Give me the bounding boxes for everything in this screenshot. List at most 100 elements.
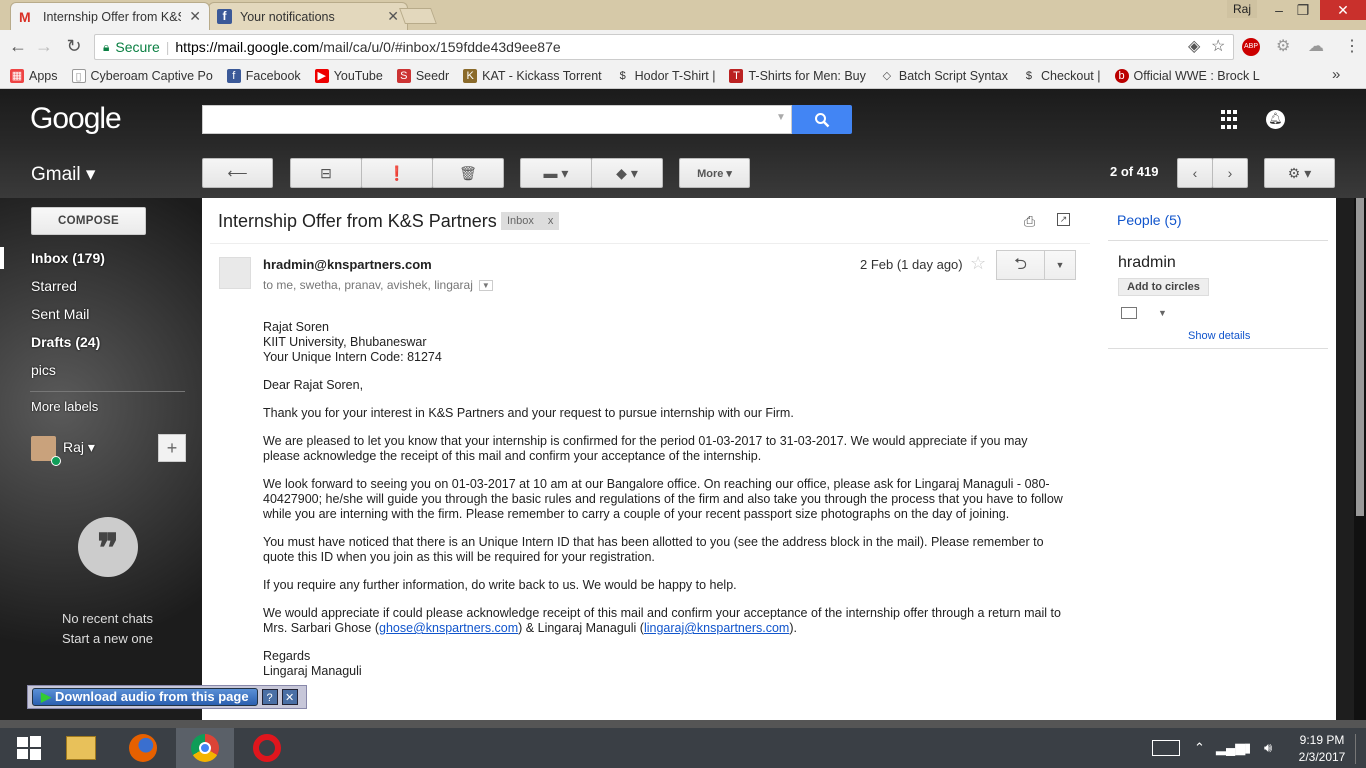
star-icon[interactable]: ☆ (970, 253, 986, 274)
settings-button[interactable]: ⚙ ▾ (1264, 158, 1335, 188)
opera-icon[interactable] (238, 728, 296, 768)
email-link-ghose[interactable]: ghose@knspartners.com (379, 621, 518, 635)
bookmark-label: Checkout | (1040, 68, 1101, 83)
delete-button[interactable]: 🗑︎ (432, 158, 504, 188)
envelope-icon[interactable] (1121, 307, 1137, 319)
forward-arrow-icon[interactable]: → (32, 34, 56, 58)
add-to-circles-button[interactable]: Add to circles (1118, 278, 1209, 296)
nav-sent-mail[interactable]: Sent Mail (31, 306, 89, 322)
address-line: KIIT University, Bhubaneswar (263, 335, 427, 349)
bookmark-cyberoam[interactable]: ▯ Cyberoam Captive Po (71, 68, 213, 83)
back-arrow-icon[interactable]: ← (6, 34, 30, 58)
close-tab-icon[interactable]: ✕ (387, 8, 399, 25)
google-logo[interactable]: Google (30, 102, 122, 136)
close-tab-icon[interactable]: ✕ (189, 8, 201, 25)
compose-button[interactable]: COMPOSE (31, 207, 146, 235)
battery-icon[interactable]: ▮ (1244, 740, 1251, 756)
chrome-menu-icon[interactable]: ⋮ (1344, 36, 1360, 56)
search-input[interactable] (202, 105, 792, 134)
reply-icon[interactable]: ⮌ (997, 251, 1045, 279)
bookmark-facebook[interactable]: f Facebook (226, 68, 301, 83)
search-options-caret-icon[interactable]: ▼ (776, 112, 786, 123)
show-desktop-button[interactable] (1355, 734, 1363, 764)
bookmark-label: Cyberoam Captive Po (90, 68, 213, 83)
tab-internship-offer[interactable]: M Internship Offer from K&S ✕ (10, 2, 210, 30)
bookmark-seedr[interactable]: S Seedr (396, 68, 449, 83)
new-tab-button[interactable] (399, 8, 437, 24)
bookmark-batch[interactable]: ◇ Batch Script Syntax (880, 69, 1008, 83)
print-icon[interactable]: ⎙ (1024, 213, 1035, 230)
chrome-taskbar-icon[interactable] (176, 728, 234, 768)
keyboard-icon[interactable] (1152, 740, 1180, 756)
more-labels-link[interactable]: More labels (31, 399, 98, 414)
windows-start-icon[interactable] (0, 728, 58, 768)
nav-inbox[interactable]: Inbox (179) (31, 250, 105, 266)
people-header-link[interactable]: People (5) (1117, 212, 1182, 228)
close-icon[interactable]: ✕ (281, 689, 298, 705)
adblock-icon[interactable]: ABP (1242, 38, 1260, 56)
search-button[interactable] (792, 105, 852, 134)
greeting: Dear Rajat Soren, (263, 378, 364, 392)
show-details-caret-icon[interactable]: ▼ (478, 279, 493, 291)
sender-avatar[interactable] (219, 257, 251, 289)
sender-email[interactable]: hradmin@knspartners.com (263, 257, 432, 272)
clock-time[interactable]: 9:19 PM (1292, 733, 1352, 747)
newer-button[interactable]: ‹ (1177, 158, 1213, 188)
bookmark-youtube[interactable]: ▶ YouTube (314, 68, 383, 83)
scrollbar-thumb[interactable] (1356, 198, 1364, 516)
reply-button-group: ⮌ ▼ (996, 250, 1076, 280)
firefox-icon[interactable] (114, 728, 172, 768)
gmail-switcher[interactable]: Gmail ▾ (31, 163, 95, 186)
notifications-bell-icon[interactable]: 🔔︎ (1266, 110, 1285, 129)
help-icon[interactable]: ? (261, 689, 278, 705)
remove-label-icon[interactable]: x (548, 212, 554, 230)
back-to-inbox-button[interactable]: ⟵ (202, 158, 273, 188)
tab-your-notifications[interactable]: f Your notifications ✕ (208, 2, 408, 30)
recipients: to me, swetha, pranav, avishek, lingaraj… (263, 278, 493, 292)
more-actions-caret-icon[interactable]: ▼ (1045, 251, 1075, 279)
nav-drafts[interactable]: Drafts (24) (31, 334, 100, 350)
clock-date[interactable]: 2/3/2017 (1292, 750, 1352, 764)
move-to-button[interactable]: ▬ ▾ (520, 158, 592, 188)
google-apps-icon[interactable] (1221, 110, 1241, 130)
bookmark-hodor[interactable]: $ Hodor T-Shirt | (616, 69, 716, 83)
reload-icon[interactable]: ↻ (62, 34, 86, 58)
start-new-chat-link[interactable]: Start a new one (40, 631, 175, 646)
bookmark-kat[interactable]: K KAT - Kickass Torrent (463, 68, 602, 83)
volume-icon[interactable]: 🔊︎ (1264, 740, 1272, 756)
folder-icon (66, 736, 96, 760)
more-button[interactable]: More ▾ (679, 158, 750, 188)
bookmark-label: Apps (29, 68, 58, 83)
contact-menu-caret-icon[interactable]: ▼ (1158, 308, 1167, 318)
archive-button[interactable]: ⊟ (290, 158, 362, 188)
user-menu[interactable]: Raj ▾ (63, 439, 95, 456)
desktop-strip (0, 720, 1366, 728)
bookmark-apps[interactable]: ▦ Apps (10, 68, 58, 83)
bookmark-checkout[interactable]: $ Checkout | (1022, 69, 1101, 83)
new-window-icon[interactable]: ↗ (1057, 213, 1070, 226)
labels-button[interactable]: ◆ ▾ (591, 158, 663, 188)
extension-gear-icon[interactable]: ⚙ (1276, 36, 1290, 56)
download-audio-button[interactable]: ▶ Download audio from this page (32, 688, 258, 706)
close-window-button[interactable]: ✕ (1320, 0, 1366, 20)
bookmark-label: Hodor T-Shirt | (634, 68, 716, 83)
file-explorer-icon[interactable] (52, 728, 110, 768)
report-spam-button[interactable]: ❗ (361, 158, 433, 188)
more-bookmarks-icon[interactable]: » (1332, 66, 1340, 83)
bookmark-tshirts[interactable]: T T-Shirts for Men: Buy (729, 68, 866, 83)
profile-button[interactable]: Raj (1227, 0, 1257, 18)
show-details-link[interactable]: Show details (1188, 330, 1250, 342)
email-link-lingaraj[interactable]: lingaraj@knspartners.com (644, 621, 789, 635)
nav-starred[interactable]: Starred (31, 278, 77, 294)
address-bar[interactable]: 🔒︎ Secure | https://mail.google.com/mail… (94, 34, 1234, 60)
nav-pics[interactable]: pics (31, 362, 56, 378)
new-chat-button[interactable]: + (158, 434, 186, 462)
extension-eye-icon[interactable]: ◈ (1188, 36, 1200, 56)
bookmark-star-icon[interactable]: ☆ (1211, 36, 1225, 56)
extension-cloud-icon[interactable]: ☁ (1308, 36, 1324, 56)
inbox-label-chip[interactable]: Inbox x (501, 212, 560, 230)
older-button[interactable]: › (1212, 158, 1248, 188)
bookmark-wwe[interactable]: b Official WWE : Brock L (1114, 68, 1260, 83)
network-icon[interactable]: ▂▄▆ (1216, 740, 1245, 756)
show-hidden-icons-icon[interactable]: ⌃ (1194, 740, 1205, 756)
